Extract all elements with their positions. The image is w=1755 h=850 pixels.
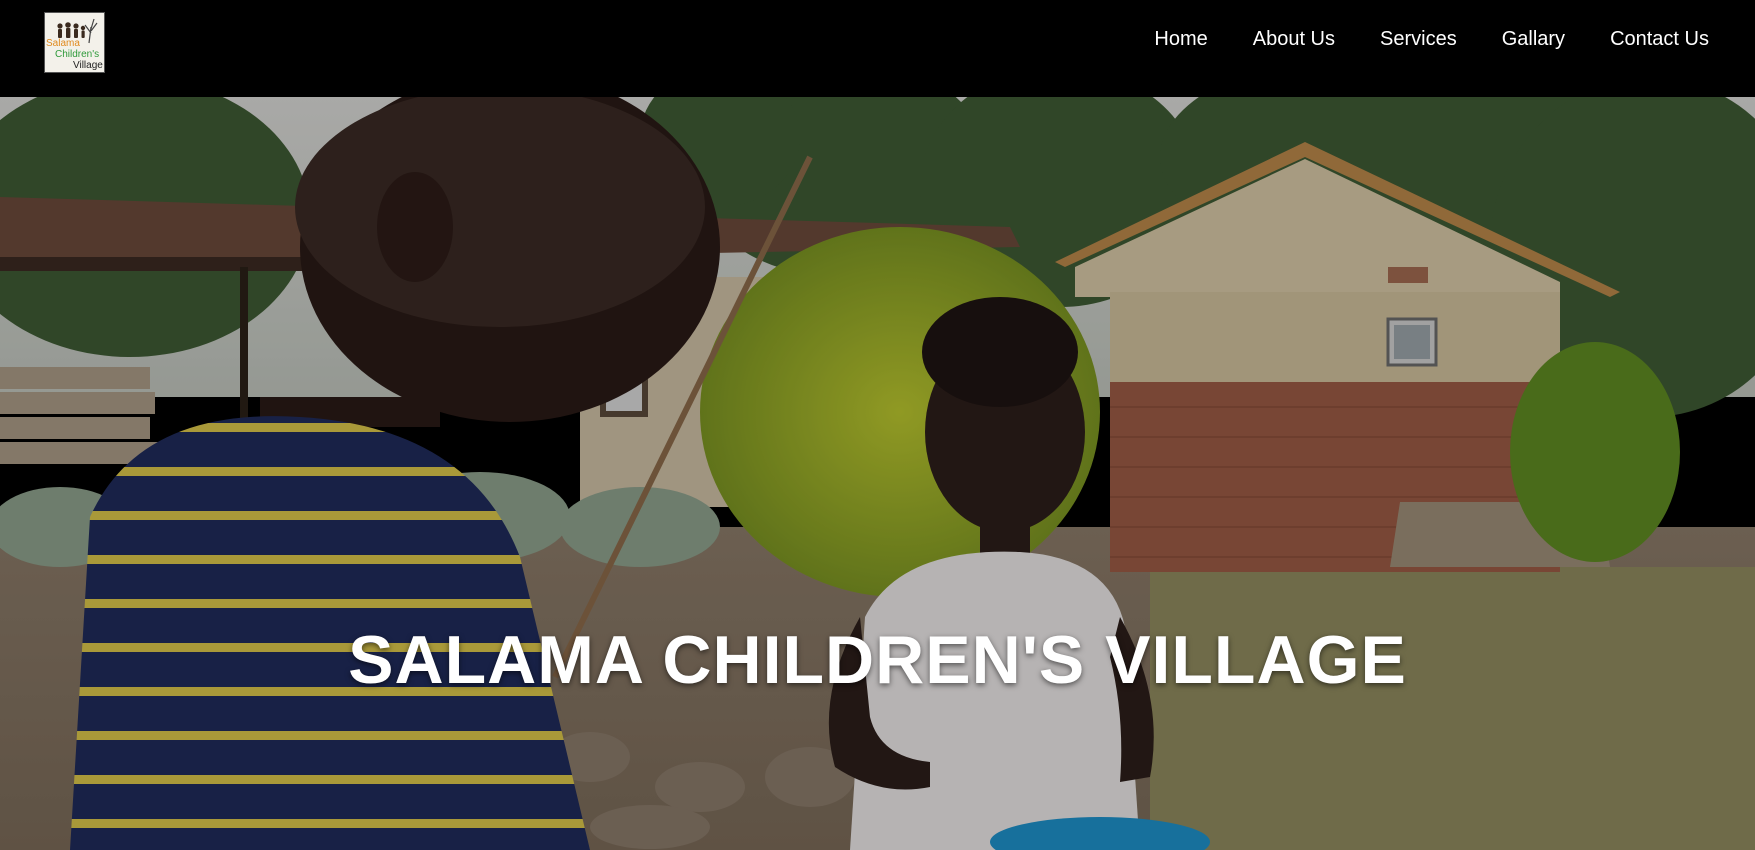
navbar: Salama Children's Village Home About Us … (0, 0, 1755, 97)
svg-text:Salama: Salama (46, 38, 80, 49)
family-tree-logo-icon: Salama Children's Village (45, 13, 104, 72)
nav-services[interactable]: Services (1380, 28, 1457, 51)
nav-home[interactable]: Home (1154, 28, 1207, 51)
site-logo[interactable]: Salama Children's Village (44, 12, 105, 73)
svg-text:Children's: Children's (55, 49, 99, 60)
nav-contact-us[interactable]: Contact Us (1610, 28, 1709, 51)
nav-gallary[interactable]: Gallary (1502, 28, 1565, 51)
main-nav: Home About Us Services Gallary Contact U… (1109, 0, 1709, 78)
svg-text:Village: Village (73, 60, 103, 71)
hero-title: SALAMA CHILDREN'S VILLAGE (348, 621, 1407, 698)
hero-banner: SALAMA CHILDREN'S VILLAGE (0, 97, 1755, 850)
nav-about-us[interactable]: About Us (1253, 28, 1335, 51)
children-in-village-photo (0, 97, 1755, 850)
